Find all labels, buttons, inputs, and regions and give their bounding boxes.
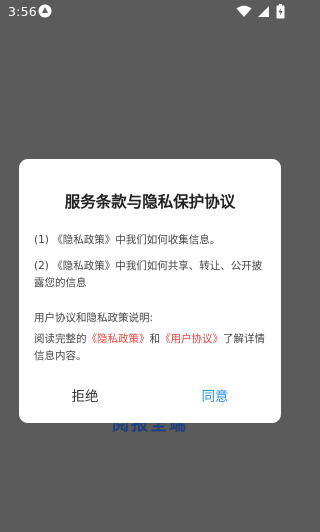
dialog-actions: 拒绝 同意 — [19, 385, 281, 407]
wifi-icon — [236, 5, 252, 21]
item-1: (1) 《隐私政策》中我们如何收集信息。 — [34, 232, 270, 249]
reject-button[interactable]: 拒绝 — [25, 385, 145, 405]
app-notification-icon — [38, 4, 52, 18]
dialog-body: (1) 《隐私政策》中我们如何收集信息。 (2) 《隐私政策》中我们如何共享、转… — [34, 232, 270, 374]
privacy-dialog: 服务条款与隐私保护协议 (1) 《隐私政策》中我们如何收集信息。 (2) 《隐私… — [19, 159, 281, 423]
status-bar: 3:56 — [0, 0, 300, 24]
signal-icon — [256, 5, 270, 21]
explain-text: 阅读完整的《隐私政策》和《用户协议》了解详情信息内容。 — [34, 331, 270, 365]
item-1-prefix: (1) — [34, 234, 53, 246]
item-2-prefix: (2) — [34, 260, 53, 272]
explain-prefix: 阅读完整的 — [34, 333, 87, 345]
item-1-text: 中我们如何收集信息。 — [115, 234, 221, 246]
status-time: 3:56 — [8, 4, 37, 19]
item-2-policy: 《隐私政策》 — [52, 260, 116, 272]
battery-charging-icon — [276, 4, 285, 22]
explain-middle: 和 — [149, 333, 161, 345]
agree-button[interactable]: 同意 — [155, 385, 275, 405]
privacy-policy-link[interactable]: 《隐私政策》 — [87, 333, 150, 345]
explain-title: 用户协议和隐私政策说明: — [34, 312, 154, 324]
dialog-title: 服务条款与隐私保护协议 — [64, 193, 236, 211]
item-2: (2) 《隐私政策》中我们如何共享、转让、公开披露您的信息 — [34, 258, 270, 292]
item-1-policy: 《隐私政策》 — [52, 234, 116, 246]
user-agreement-link[interactable]: 《用户协议》 — [160, 333, 223, 345]
status-icons — [236, 4, 292, 20]
